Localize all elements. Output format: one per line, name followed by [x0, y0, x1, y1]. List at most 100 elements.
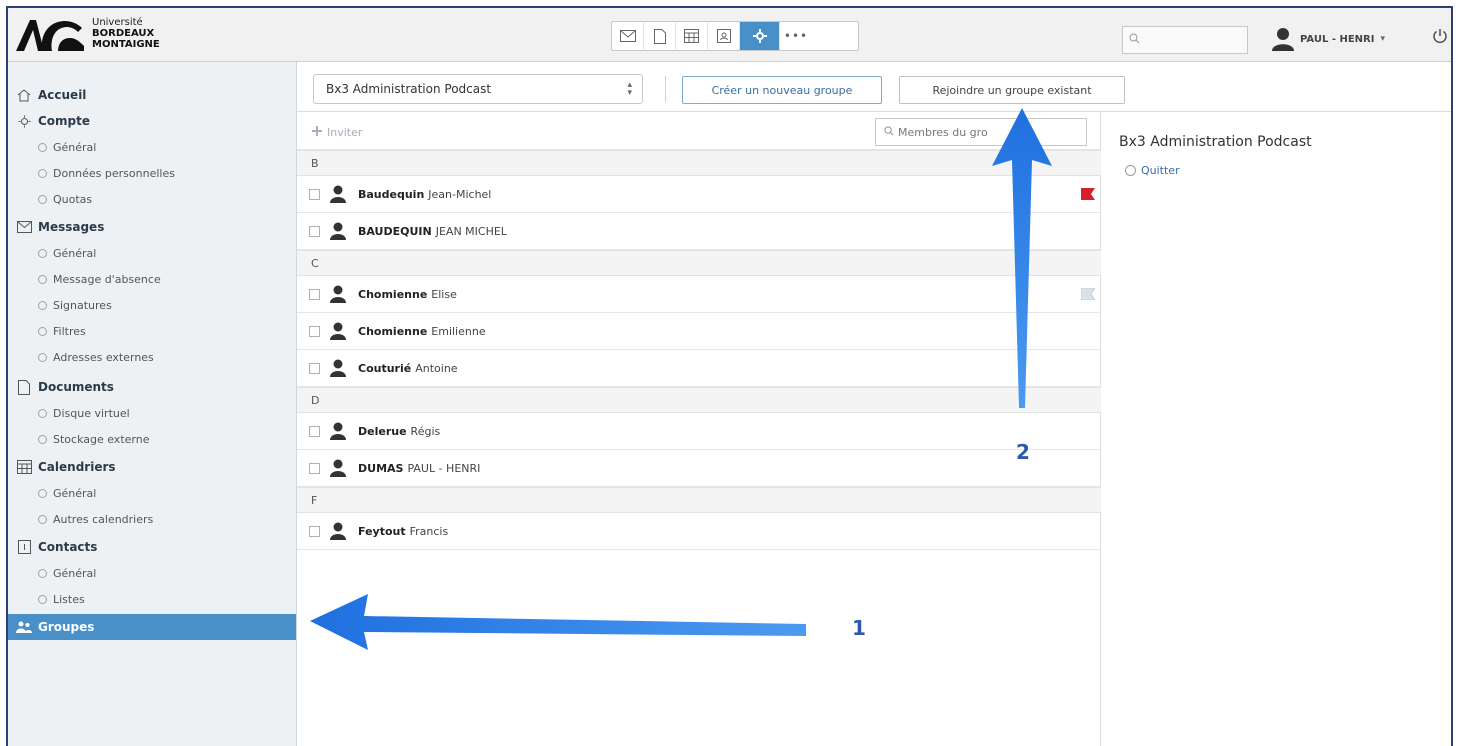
bullet-icon — [38, 514, 47, 524]
search-icon — [1129, 33, 1140, 47]
sidebar-item-label: Autres calendriers — [53, 512, 154, 526]
sidebar-item-label: Filtres — [53, 324, 86, 338]
member-search-input[interactable]: Membres du gro — [875, 118, 1087, 146]
section-header: F — [297, 487, 1101, 513]
annotation-label-1: 1 — [852, 616, 866, 640]
sidebar-item-label: Général — [53, 246, 97, 260]
settings-icon[interactable] — [740, 22, 780, 50]
sidebar-item-label: Documents — [38, 380, 114, 394]
sidebar-item-label: Données personnelles — [53, 166, 175, 180]
flag-icon[interactable] — [1081, 188, 1095, 200]
create-group-button[interactable]: Créer un nouveau groupe — [682, 76, 882, 104]
quit-icon — [1125, 165, 1136, 176]
sidebar-item-label: Disque virtuel — [53, 406, 130, 420]
sidebar-item-messages[interactable]: Messages — [16, 214, 104, 240]
more-icon[interactable]: ••• — [780, 22, 812, 50]
contacts-icon[interactable] — [708, 22, 740, 50]
document-icon[interactable] — [644, 22, 676, 50]
invite-button[interactable]: Inviter — [311, 125, 362, 140]
sidebar-subitem-calendriers-general[interactable]: Général — [38, 480, 96, 506]
list-item[interactable]: Couturié Antoine — [297, 350, 1101, 387]
member-checkbox[interactable] — [309, 362, 320, 374]
bullet-icon — [38, 274, 47, 284]
sidebar-subitem-adresses-externes[interactable]: Adresses externes — [38, 344, 154, 370]
sidebar-item-label: Stockage externe — [53, 432, 150, 446]
global-search-input[interactable] — [1122, 26, 1248, 54]
add-user-icon — [311, 125, 323, 140]
sidebar-subitem-quotas[interactable]: Quotas — [38, 186, 92, 212]
sidebar-subitem-compte-general[interactable]: Général — [38, 134, 96, 160]
section-letter: D — [311, 393, 320, 407]
app-window: Université BORDEAUX MONTAIGNE ••• PAUL -… — [6, 6, 1453, 746]
sidebar-item-documents[interactable]: Documents — [16, 374, 114, 400]
section-letter: C — [311, 256, 319, 270]
member-checkbox[interactable] — [309, 188, 320, 200]
member-last-name: Delerue — [358, 424, 407, 438]
sidebar-subitem-contacts-general[interactable]: Général — [38, 560, 96, 586]
section-header: D — [297, 387, 1101, 413]
bullet-icon — [38, 352, 47, 362]
list-item[interactable]: Delerue Régis — [297, 413, 1101, 450]
toolbar-divider — [665, 76, 666, 102]
group-icon — [16, 620, 32, 634]
sidebar-item-accueil[interactable]: Accueil — [16, 82, 86, 108]
sidebar-item-groupes[interactable]: Groupes — [8, 614, 296, 640]
join-group-button[interactable]: Rejoindre un groupe existant — [899, 76, 1125, 104]
user-icon — [330, 285, 346, 303]
member-last-name: BAUDEQUIN — [358, 224, 432, 238]
user-menu[interactable]: PAUL - HENRI ▾ — [1272, 24, 1385, 54]
sidebar-item-calendriers[interactable]: Calendriers — [16, 454, 116, 480]
member-first-name: Francis — [409, 524, 449, 538]
member-last-name: Chomienne — [358, 287, 428, 301]
member-first-name: Jean-Michel — [428, 187, 492, 201]
sidebar-subitem-stockage-externe[interactable]: Stockage externe — [38, 426, 149, 452]
mail-icon[interactable] — [612, 22, 644, 50]
sidebar-subitem-disque-virtuel[interactable]: Disque virtuel — [38, 400, 130, 426]
member-checkbox[interactable] — [309, 288, 320, 300]
group-select[interactable]: Bx3 Administration Podcast ▴ ▾ — [313, 74, 643, 104]
member-last-name: Baudequin — [358, 187, 425, 201]
list-item[interactable]: DUMAS PAUL - HENRI — [297, 450, 1101, 487]
power-icon[interactable] — [1432, 28, 1448, 49]
sidebar-subitem-messages-general[interactable]: Général — [38, 240, 96, 266]
sidebar-subitem-autres-calendriers[interactable]: Autres calendriers — [38, 506, 153, 532]
list-item[interactable]: Chomienne Elise — [297, 276, 1101, 313]
settings-sidebar: Accueil Compte Général Données personnel… — [8, 62, 297, 746]
member-last-name: Feytout — [358, 524, 406, 538]
member-checkbox[interactable] — [309, 425, 320, 437]
sidebar-subitem-message-absence[interactable]: Message d'absence — [38, 266, 161, 292]
member-checkbox[interactable] — [309, 325, 320, 337]
sidebar-subitem-donnees-personnelles[interactable]: Données personnelles — [38, 160, 175, 186]
quit-group-link[interactable]: Quitter — [1125, 164, 1180, 177]
invite-label: Inviter — [327, 126, 363, 139]
bullet-icon — [38, 594, 47, 604]
university-logo[interactable]: Université BORDEAUX MONTAIGNE — [14, 14, 184, 58]
member-checkbox[interactable] — [309, 225, 320, 237]
bullet-icon — [38, 300, 47, 310]
sidebar-subitem-listes[interactable]: Listes — [38, 586, 85, 612]
group-detail-panel: Bx3 Administration Podcast Quitter — [1101, 112, 1451, 746]
bullet-icon — [38, 568, 47, 578]
member-first-name: JEAN MICHEL — [435, 224, 507, 238]
home-icon — [16, 88, 32, 102]
top-bar: Université BORDEAUX MONTAIGNE ••• PAUL -… — [8, 8, 1451, 62]
calendar-icon[interactable] — [676, 22, 708, 50]
sidebar-item-contacts[interactable]: Contacts — [16, 534, 97, 560]
logo-text: Université BORDEAUX MONTAIGNE — [92, 17, 160, 50]
list-item[interactable]: Baudequin Jean-Michel — [297, 176, 1101, 213]
sidebar-subitem-filtres[interactable]: Filtres — [38, 318, 86, 344]
bullet-icon — [38, 434, 47, 444]
app-switcher: ••• — [611, 21, 859, 51]
list-item[interactable]: BAUDEQUIN JEAN MICHEL — [297, 213, 1101, 250]
member-checkbox[interactable] — [309, 525, 320, 537]
user-icon — [330, 322, 346, 340]
sidebar-item-compte[interactable]: Compte — [16, 108, 90, 134]
mail-icon — [16, 220, 32, 234]
member-checkbox[interactable] — [309, 462, 320, 474]
user-avatar-icon — [1272, 28, 1294, 51]
flag-icon[interactable] — [1081, 288, 1095, 300]
bullet-icon — [38, 248, 47, 258]
sidebar-subitem-signatures[interactable]: Signatures — [38, 292, 112, 318]
list-item[interactable]: Feytout Francis — [297, 513, 1101, 550]
list-item[interactable]: Chomienne Emilienne — [297, 313, 1101, 350]
